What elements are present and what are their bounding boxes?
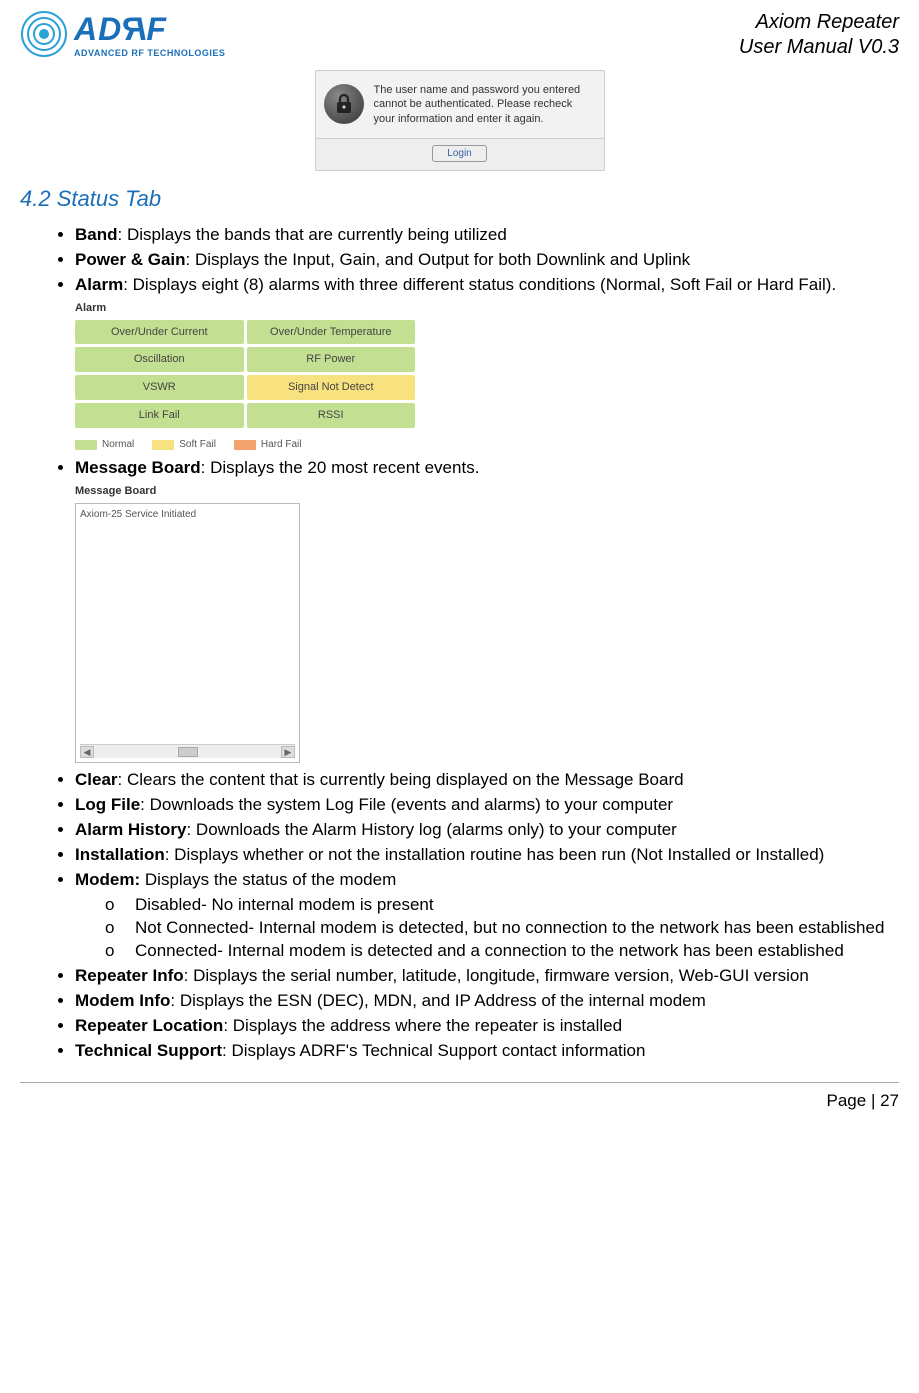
bullet-message-board: Message Board: Displays the 20 most rece… <box>75 457 889 763</box>
alarm-cell: Link Fail <box>75 403 244 428</box>
legend-hard-fail: Hard Fail <box>234 438 302 452</box>
alarm-cell: Over/Under Current <box>75 320 244 345</box>
legend-soft-fail: Soft Fail <box>152 438 216 452</box>
section-heading: 4.2 Status Tab <box>20 186 899 212</box>
logo: ADRF ADVANCED RF TECHNOLOGIES <box>20 10 225 58</box>
bullet-installation: Installation: Displays whether or not th… <box>75 844 889 867</box>
alarm-cell: Over/Under Temperature <box>247 320 416 345</box>
message-board-content: Axiom-25 Service Initiated <box>80 508 295 744</box>
alarm-cell: RSSI <box>247 403 416 428</box>
alarm-legend: Normal Soft Fail Hard Fail <box>75 438 415 452</box>
alarm-cell: Signal Not Detect <box>247 375 416 400</box>
message-board-box: Axiom-25 Service Initiated ◀ ▶ <box>75 503 300 763</box>
alarm-cell: Oscillation <box>75 347 244 372</box>
login-error-dialog: The user name and password you entered c… <box>315 70 605 171</box>
legend-normal: Normal <box>75 438 134 452</box>
scroll-thumb[interactable] <box>178 747 198 757</box>
bullet-alarm: Alarm: Displays eight (8) alarms with th… <box>75 274 889 452</box>
bullet-modem-info: Modem Info: Displays the ESN (DEC), MDN,… <box>75 990 889 1013</box>
bullet-alarm-history: Alarm History: Downloads the Alarm Histo… <box>75 819 889 842</box>
bullet-power-gain: Power & Gain: Displays the Input, Gain, … <box>75 249 889 272</box>
alarm-cell: VSWR <box>75 375 244 400</box>
login-error-message: The user name and password you entered c… <box>374 83 596 126</box>
page-footer: Page | 27 <box>20 1082 899 1111</box>
page-number: Page | 27 <box>827 1091 899 1110</box>
modem-sub-disabled: oDisabled- No internal modem is present <box>105 894 889 917</box>
modem-sub-list: oDisabled- No internal modem is present … <box>105 894 889 963</box>
logo-main-text: ADRF <box>74 11 225 48</box>
alarm-panel: Alarm Over/Under Current Over/Under Temp… <box>75 301 415 452</box>
login-button[interactable]: Login <box>432 145 486 162</box>
scroll-right-icon[interactable]: ▶ <box>281 746 295 758</box>
alarm-cell: RF Power <box>247 347 416 372</box>
message-board-scrollbar[interactable]: ◀ ▶ <box>80 744 295 758</box>
status-tab-list: Band: Displays the bands that are curren… <box>75 224 889 1063</box>
modem-sub-connected: oConnected- Internal modem is detected a… <box>105 940 889 963</box>
bullet-repeater-info: Repeater Info: Displays the serial numbe… <box>75 965 889 988</box>
header-title: Axiom Repeater User Manual V0.3 <box>739 10 899 60</box>
logo-swirl-icon <box>20 10 68 58</box>
page-header: ADRF ADVANCED RF TECHNOLOGIES Axiom Repe… <box>20 10 899 60</box>
message-board-title: Message Board <box>75 484 300 499</box>
logo-sub-text: ADVANCED RF TECHNOLOGIES <box>74 48 225 58</box>
bullet-modem: Modem: Displays the status of the modem … <box>75 869 889 963</box>
modem-sub-not-connected: oNot Connected- Internal modem is detect… <box>105 917 889 940</box>
bullet-repeater-location: Repeater Location: Displays the address … <box>75 1015 889 1038</box>
message-board-panel: Message Board Axiom-25 Service Initiated… <box>75 484 300 763</box>
lock-icon <box>324 84 364 124</box>
bullet-log-file: Log File: Downloads the system Log File … <box>75 794 889 817</box>
bullet-clear: Clear: Clears the content that is curren… <box>75 769 889 792</box>
alarm-panel-title: Alarm <box>75 301 415 316</box>
bullet-technical-support: Technical Support: Displays ADRF's Techn… <box>75 1040 889 1063</box>
bullet-band: Band: Displays the bands that are curren… <box>75 224 889 247</box>
scroll-left-icon[interactable]: ◀ <box>80 746 94 758</box>
alarm-grid: Over/Under Current Over/Under Temperatur… <box>75 320 415 428</box>
